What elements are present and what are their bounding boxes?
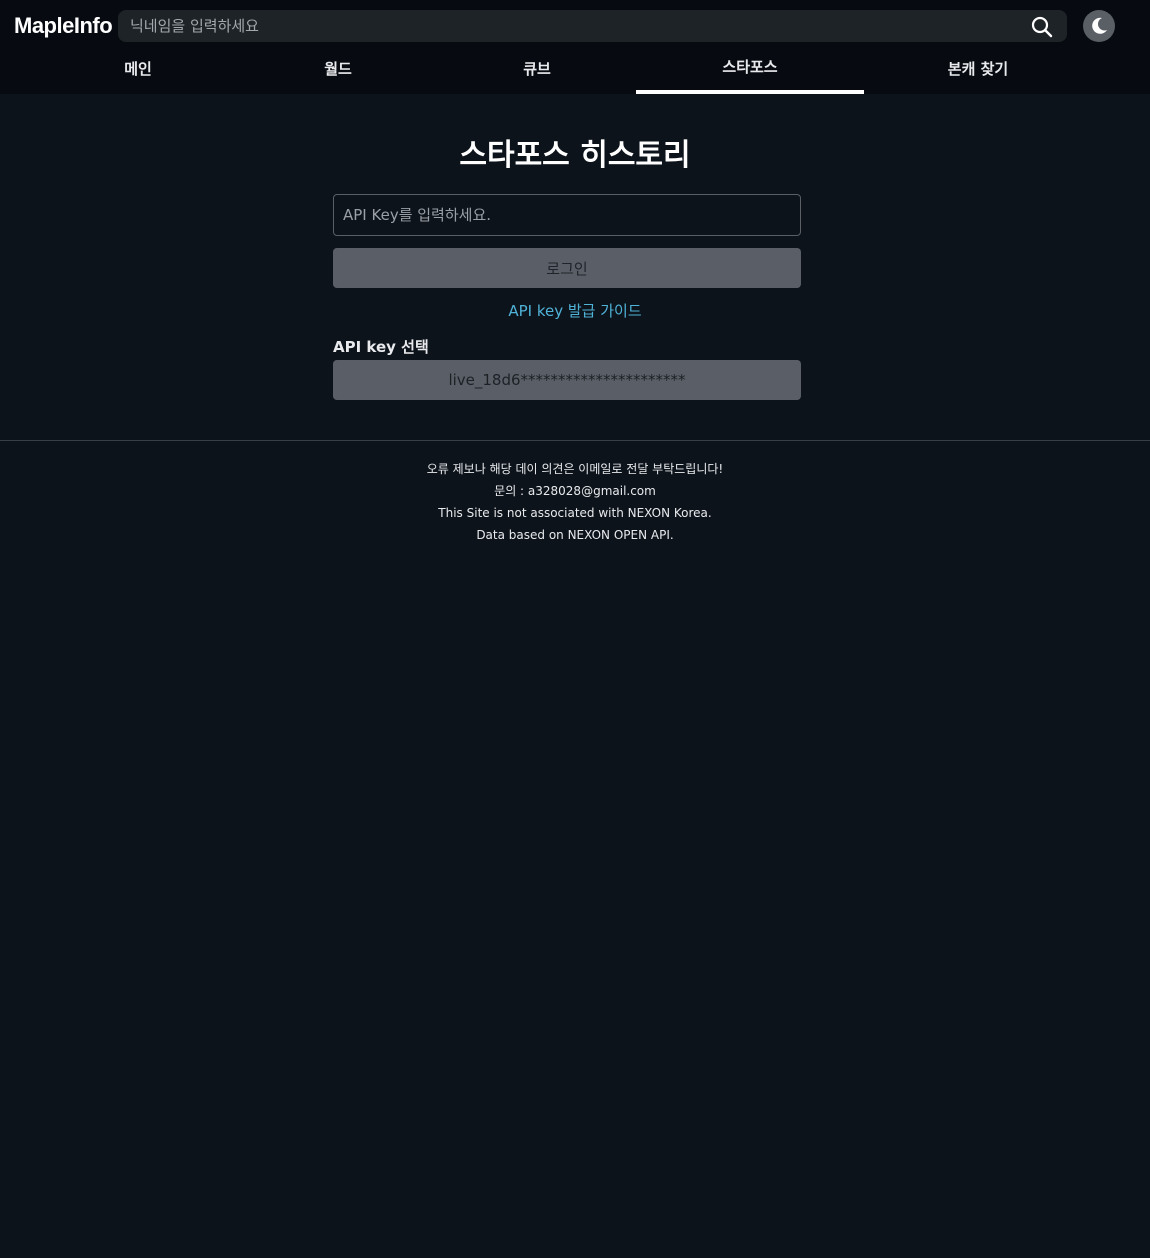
tab-main[interactable]: 메인 <box>30 50 246 94</box>
footer-disclaimer: This Site is not associated with NEXON K… <box>438 506 712 520</box>
footer: 오류 제보나 해당 데이 의견은 이메일로 전달 부탁드립니다! 문의 : a3… <box>0 458 1150 546</box>
search-bar <box>118 10 1067 42</box>
tab-find-main-character[interactable]: 본캐 찾기 <box>870 50 1086 94</box>
search-input[interactable] <box>118 10 1018 42</box>
page-title: 스타포스 히스토리 <box>459 138 691 173</box>
theme-toggle-button[interactable] <box>1083 10 1115 42</box>
api-key-input[interactable] <box>333 194 801 236</box>
moon-icon <box>1092 17 1107 34</box>
footer-contact-email: 문의 : a328028@gmail.com <box>494 484 656 498</box>
saved-api-key-button[interactable]: live_18d6********************** <box>333 360 801 400</box>
api-key-guide-link[interactable]: API key 발급 가이드 <box>0 300 1150 322</box>
active-tab-indicator <box>636 90 864 94</box>
top-header: MapleInfo 메인 월드 큐브 스타포스 본캐 찾기 <box>0 0 1150 94</box>
tab-world[interactable]: 월드 <box>230 50 446 94</box>
footer-divider <box>0 440 1150 441</box>
api-key-select-label: API key 선택 <box>333 338 429 356</box>
main-nav: 메인 월드 큐브 스타포스 본캐 찾기 <box>0 50 1150 94</box>
tab-starforce[interactable]: 스타포스 <box>636 50 864 94</box>
tab-cube[interactable]: 큐브 <box>429 50 645 94</box>
footer-feedback-text: 오류 제보나 해당 데이 의견은 이메일로 전달 부탁드립니다! <box>426 462 724 476</box>
footer-data-source: Data based on NEXON OPEN API. <box>476 528 674 542</box>
site-logo[interactable]: MapleInfo <box>14 11 113 41</box>
search-icon[interactable] <box>1030 15 1054 39</box>
login-button[interactable]: 로그인 <box>333 248 801 288</box>
